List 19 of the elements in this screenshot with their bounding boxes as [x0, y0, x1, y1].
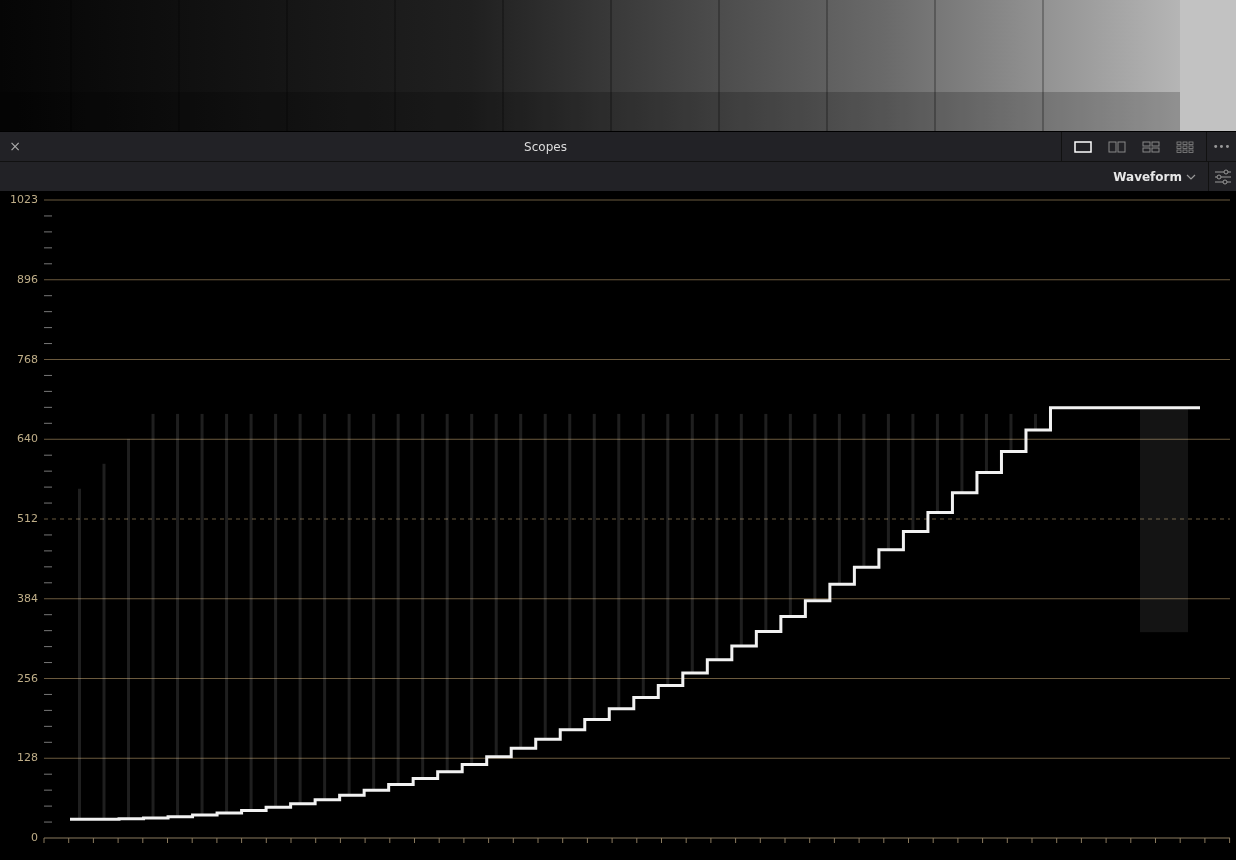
- dual-view-icon: [1108, 140, 1126, 153]
- axis-label: 0: [30, 832, 38, 843]
- quad-view-icon: [1142, 140, 1160, 153]
- axis-label: 1023: [9, 194, 38, 205]
- single-view-icon: [1074, 140, 1092, 153]
- axis-label: 256: [16, 672, 38, 684]
- panel-title: Scopes: [523, 138, 568, 156]
- sliders-icon: [1213, 168, 1232, 185]
- axis-label: 768: [16, 353, 38, 365]
- axis-label: 512: [16, 513, 38, 524]
- grid-view-icon: [1176, 140, 1194, 153]
- axis-label: 384: [16, 592, 38, 604]
- scope-type-dropdown[interactable]: Waveform: [1113, 167, 1208, 186]
- close-button[interactable]: ×: [0, 136, 30, 157]
- more-button[interactable]: •••: [1206, 132, 1236, 161]
- axis-label: 128: [16, 752, 38, 764]
- chevron-icon: [1186, 173, 1196, 180]
- axis-label: 896: [16, 273, 38, 285]
- axis-label: 640: [16, 433, 38, 445]
